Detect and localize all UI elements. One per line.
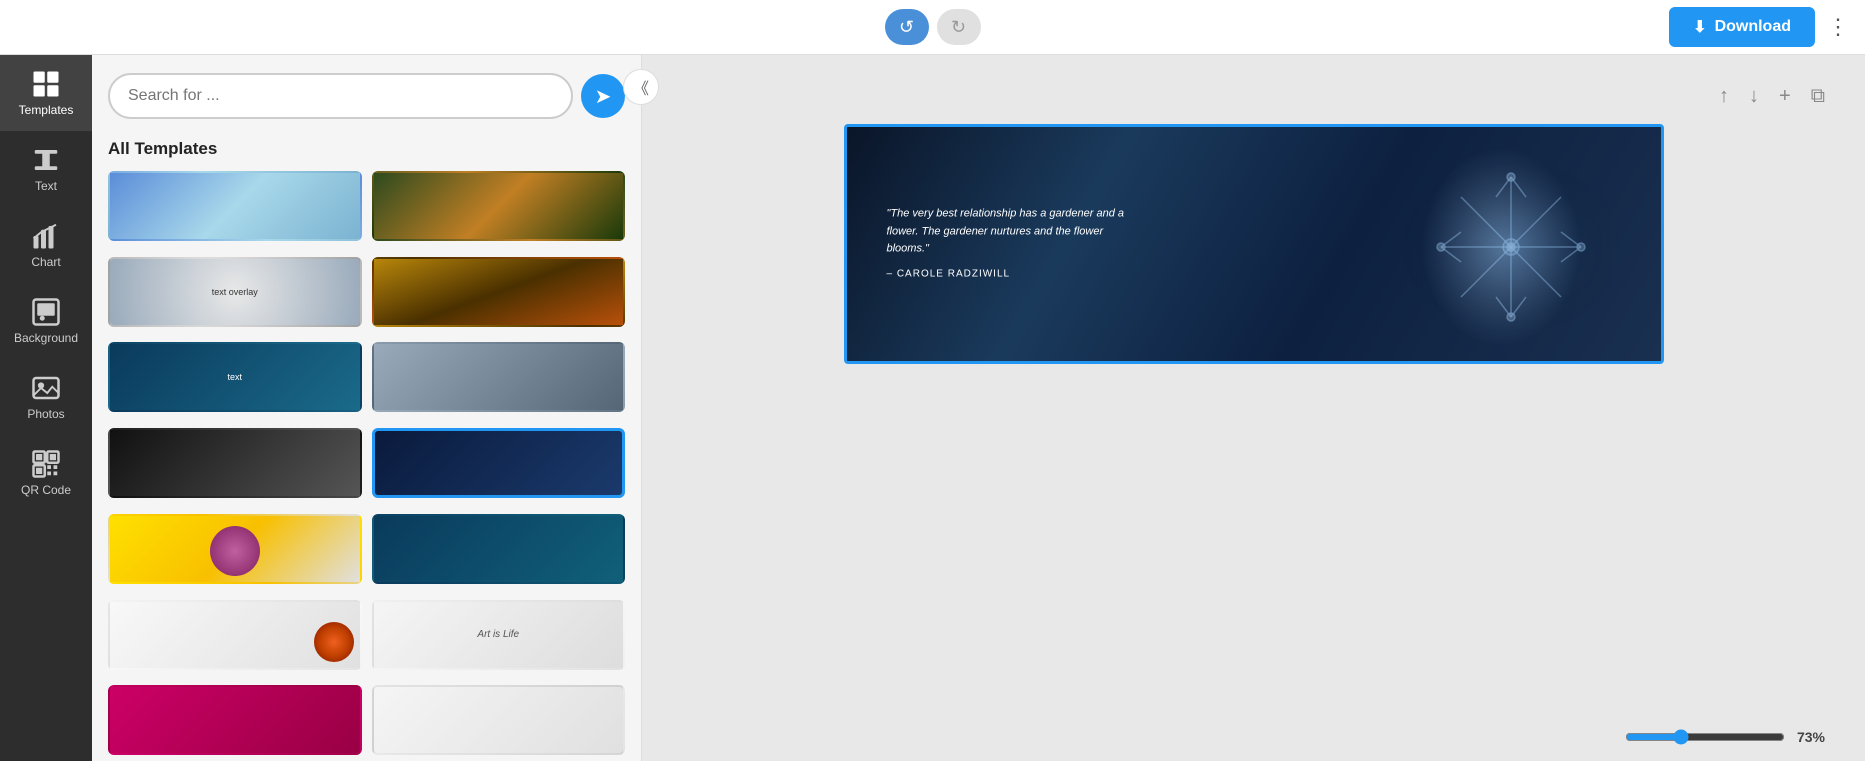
sidebar-item-text[interactable]: Text — [0, 131, 92, 207]
canvas-area: ↑ ↓ + ⧉ — [642, 55, 1865, 761]
download-label: Download — [1715, 18, 1791, 36]
sidebar-item-chart[interactable]: Chart — [0, 207, 92, 283]
sidebar-item-qrcode[interactable]: QR Code — [0, 435, 92, 511]
move-up-button[interactable]: ↑ — [1719, 85, 1729, 108]
sidebar-item-photos[interactable]: Photos — [0, 359, 92, 435]
canvas-frame[interactable]: "The very best relationship has a garden… — [844, 124, 1664, 364]
crystal-decoration — [1331, 137, 1611, 357]
template-thumb-11[interactable] — [108, 600, 362, 670]
download-button[interactable]: ⬇ Download — [1669, 7, 1815, 47]
qrcode-icon — [31, 449, 61, 479]
copy-element-button[interactable]: ⧉ — [1811, 85, 1825, 108]
template-thumb-13[interactable] — [108, 685, 362, 755]
top-bar: ↺ ↻ ⬇ Download ⋮ — [0, 0, 1865, 55]
move-down-button[interactable]: ↓ — [1749, 85, 1759, 108]
template-thumb-3[interactable]: text overlay — [108, 257, 362, 327]
sidebar-item-background[interactable]: Background — [0, 283, 92, 359]
template-thumb-2[interactable] — [372, 171, 626, 241]
templates-icon — [31, 69, 61, 99]
top-bar-right: ⬇ Download ⋮ — [1669, 7, 1849, 47]
more-options-button[interactable]: ⋮ — [1827, 14, 1849, 40]
templates-grid: text overlay text Art is Life — [92, 171, 641, 761]
chart-icon — [31, 221, 61, 251]
history-controls: ↺ ↻ — [885, 9, 981, 45]
template-thumb-4[interactable] — [372, 257, 626, 327]
template-thumb-7[interactable] — [108, 428, 362, 498]
canvas-quote: "The very best relationship has a garden… — [887, 206, 1127, 283]
search-input[interactable] — [108, 73, 573, 119]
sidebar-templates-label: Templates — [19, 103, 74, 117]
background-icon — [31, 297, 61, 327]
search-button[interactable]: ➤ — [581, 74, 625, 118]
templates-panel: 《 ➤ All Templates text overlay text Art … — [92, 55, 642, 761]
sidebar-item-templates[interactable]: Templates — [0, 55, 92, 131]
collapse-panel-button[interactable]: 《 — [623, 69, 659, 105]
template-thumb-12[interactable]: Art is Life — [372, 600, 626, 670]
template-thumb-14[interactable] — [372, 685, 626, 755]
redo-button[interactable]: ↻ — [937, 9, 981, 45]
main-area: Templates Text Chart — [0, 55, 1865, 761]
zoom-label: 73% — [1797, 729, 1825, 745]
sidebar-qrcode-label: QR Code — [21, 483, 71, 497]
search-arrow-icon: ➤ — [595, 84, 612, 109]
sidebar-photos-label: Photos — [27, 407, 64, 421]
all-templates-label: All Templates — [92, 131, 641, 171]
text-icon — [31, 145, 61, 175]
template-thumb-8[interactable] — [372, 428, 626, 498]
canvas-image: "The very best relationship has a garden… — [847, 127, 1661, 361]
zoom-bar: 73% — [1625, 729, 1825, 745]
sidebar: Templates Text Chart — [0, 55, 92, 761]
canvas-toolbar: ↑ ↓ + ⧉ — [1719, 85, 1825, 108]
zoom-slider[interactable] — [1625, 729, 1785, 745]
template-thumb-9[interactable] — [108, 514, 362, 584]
search-bar: ➤ — [92, 55, 641, 131]
add-element-button[interactable]: + — [1779, 85, 1791, 108]
template-thumb-5[interactable]: text — [108, 342, 362, 412]
sidebar-text-label: Text — [35, 179, 57, 193]
photos-icon — [31, 373, 61, 403]
sidebar-chart-label: Chart — [31, 255, 60, 269]
template-thumb-1[interactable] — [108, 171, 362, 241]
sidebar-background-label: Background — [14, 331, 78, 345]
undo-button[interactable]: ↺ — [885, 9, 929, 45]
template-thumb-6[interactable] — [372, 342, 626, 412]
quote-author: – CAROLE RADZIWILL — [887, 266, 1127, 282]
download-icon: ⬇ — [1693, 17, 1706, 37]
template-thumb-10[interactable] — [372, 514, 626, 584]
